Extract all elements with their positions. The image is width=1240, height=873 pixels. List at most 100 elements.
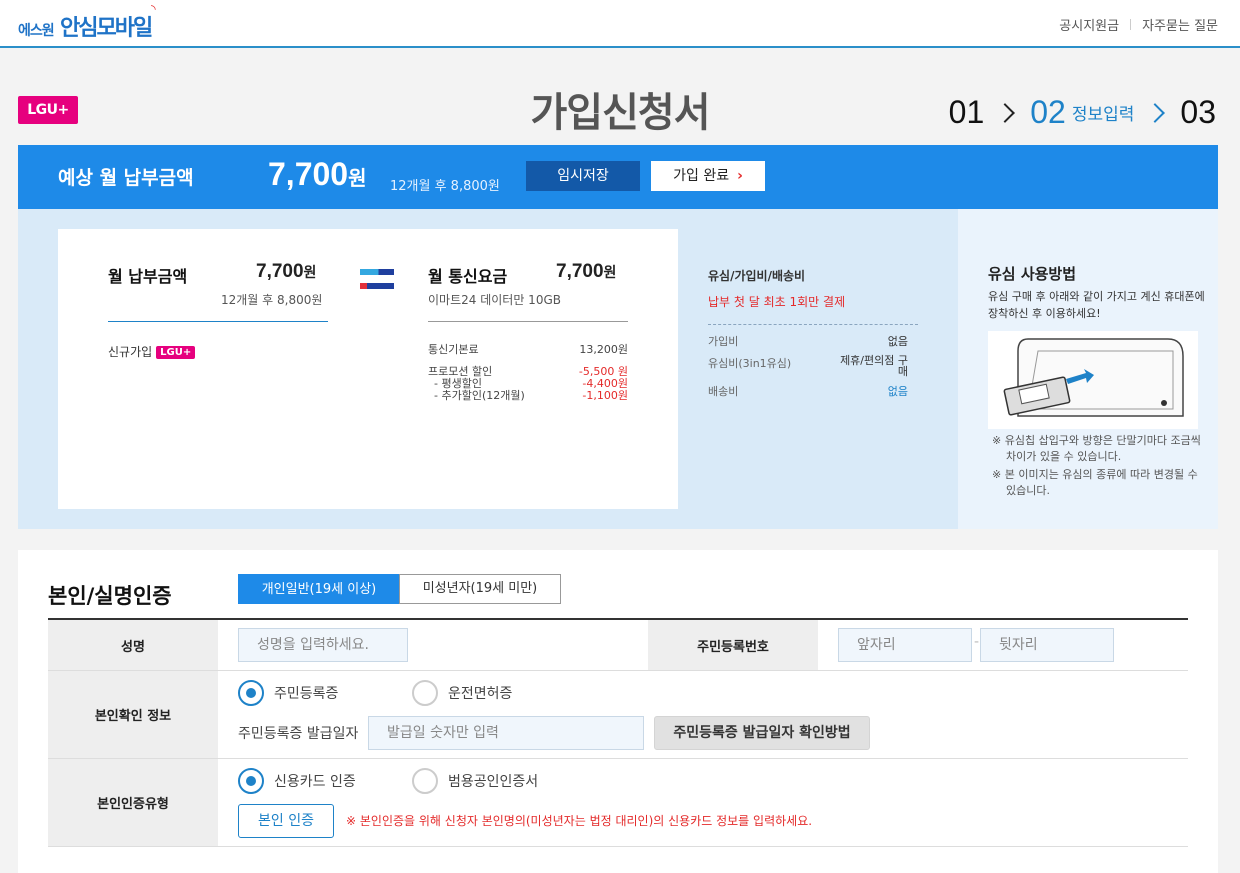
signal-icon: ◝ — [151, 2, 156, 16]
driver-license-radio[interactable]: 운전면허증 — [412, 680, 512, 706]
fee-item-label: 배송비 — [708, 385, 739, 398]
fee-item-row: 가입비 없음 — [708, 333, 918, 355]
join-type-label: 신규가입 — [108, 345, 153, 359]
rrn-front-input[interactable]: 앞자리 — [838, 628, 972, 662]
sim-usage-notes: ※ 유심칩 삽입구와 방향은 단말기마다 조금씩 차이가 있을 수 있습니다. … — [992, 433, 1208, 501]
sim-note: ※ 유심칩 삽입구와 방향은 단말기마다 조금씩 차이가 있을 수 있습니다. — [992, 434, 1201, 463]
id-info-row: 본인확인 정보 주민등록증 운전면허증 주민등록증 발급일자 발급일 숫자만 입… — [48, 671, 1188, 759]
monthly-after-12m: 12개월 후 8,800원 — [221, 293, 323, 307]
monthly-payment-amount: 7,700 — [256, 261, 304, 282]
payment-amount-unit: 원 — [348, 166, 367, 190]
monthly-payment-unit: 원 — [303, 265, 317, 281]
sim-usage-desc: 유심 구매 후 아래와 같이 가지고 계신 휴대폰에 장착하신 후 이용하세요! — [988, 290, 1205, 320]
fee-item-label: 유심비(3in1유심) — [708, 357, 792, 370]
rrn-dash: - — [974, 634, 980, 650]
logo-brand-text: 안심모바일 — [60, 16, 153, 41]
name-label: 성명 — [48, 620, 218, 670]
monthly-payment-value: 7,700원 — [256, 261, 316, 283]
rrn-label: 주민등록번호 — [648, 620, 818, 670]
identity-section-title: 본인/실명인증 — [48, 584, 172, 608]
chevron-right-icon: › — [737, 168, 743, 184]
issue-date-help-button[interactable]: 주민등록증 발급일자 확인방법 — [654, 716, 870, 750]
divider — [1130, 19, 1132, 30]
id-card-radio-label: 주민등록증 — [274, 686, 339, 702]
divider — [708, 324, 918, 325]
fee-row-value: 13,200원 — [579, 343, 628, 356]
payment-amount-value: 7,700 — [268, 156, 349, 192]
logo-small-text: 에스원 — [18, 23, 55, 39]
step-2-label: 정보입력 — [1071, 105, 1135, 125]
payment-bar-label: 예상 월 납부금액 — [58, 167, 194, 189]
credit-card-radio[interactable]: 신용카드 인증 — [238, 768, 356, 794]
plan-name: 이마트24 데이터만 10GB — [428, 293, 561, 307]
plan-fee-amount: 7,700 — [556, 261, 604, 282]
one-time-fees-notice: 납부 첫 달 최초 1회만 결제 — [708, 295, 846, 309]
fee-row-value: -1,100원 — [582, 389, 628, 402]
driver-license-radio-label: 운전면허증 — [448, 686, 513, 702]
id-card-radio[interactable]: 주민등록증 — [238, 680, 338, 706]
fee-item-row: 유심비(3in1유심) 제휴/편의점 구매 — [708, 355, 918, 383]
top-header: 에스원 안심모바일 ◝ 공시지원금 자주묻는 질문 — [0, 0, 1240, 48]
divider — [108, 321, 328, 322]
cert-radio[interactable]: 범용공인인증서 — [412, 768, 538, 794]
fee-item-label: 가입비 — [708, 335, 739, 348]
sim-tray-illustration — [988, 331, 1198, 429]
cert-radio-label: 범용공인인증서 — [448, 774, 539, 790]
auth-warning: ※ 본인인증을 위해 신청자 본인명의(미성년자는 법정 대리인)의 신용카드 … — [346, 814, 813, 828]
fee-row: 통신기본료 13,200원 — [428, 341, 628, 357]
rrn-back-input[interactable]: 뒷자리 — [980, 628, 1114, 662]
verify-identity-button[interactable]: 본인 인증 — [238, 804, 334, 838]
payment-amount: 7,700원 — [268, 156, 366, 193]
radio-unchecked-icon — [412, 768, 438, 794]
credit-card-radio-label: 신용카드 인증 — [274, 774, 356, 790]
divider — [428, 321, 628, 322]
fee-item-value: 제휴/편의점 구매 — [840, 354, 908, 378]
join-type: 신규가입 LGU+ — [108, 343, 196, 360]
plan-fee-value: 7,700원 — [556, 261, 616, 283]
temp-save-button[interactable]: 임시저장 — [526, 161, 640, 191]
chevron-right-icon — [995, 102, 1016, 123]
radio-checked-icon — [238, 768, 264, 794]
payment-after-12m: 12개월 후 8,800원 — [390, 179, 500, 194]
step-3: 03 — [1180, 94, 1216, 130]
step-indicator: 01 02 정보입력 03 — [949, 94, 1216, 131]
complete-signup-label: 가입 완료 — [673, 168, 730, 184]
identity-verification-card: 본인/실명인증 개인일반(19세 이상) 미성년자(19세 미만) 성명 성명을… — [18, 550, 1218, 873]
id-info-label: 본인확인 정보 — [48, 671, 218, 758]
one-time-fees: 유심/가입비/배송비 납부 첫 달 최초 1회만 결제 가입비 없음 유심비(3i… — [708, 267, 918, 405]
fee-item-value: 없음 — [887, 385, 908, 398]
issue-date-input[interactable]: 발급일 숫자만 입력 — [368, 716, 644, 750]
fee-summary-box: 월 납부금액 7,700원 12개월 후 8,800원 신규가입 LGU+ 월 통… — [58, 229, 678, 509]
sim-usage-title: 유심 사용방법 — [988, 265, 1077, 283]
tab-minor[interactable]: 미성년자(19세 미만) — [399, 574, 561, 604]
issue-date-label: 주민등록증 발급일자 — [238, 726, 359, 742]
fee-row-label: - 추가할인(12개월) — [434, 389, 525, 402]
step-2: 02 — [1030, 94, 1066, 130]
plan-fee-unit: 원 — [603, 265, 617, 281]
tab-adult[interactable]: 개인일반(19세 이상) — [238, 574, 400, 604]
fee-row-label: 통신기본료 — [428, 343, 479, 356]
auth-type-row: 본인인증유형 신용카드 인증 범용공인인증서 본인 인증 ※ 본인인증을 위해 … — [48, 759, 1188, 847]
one-time-fees-title: 유심/가입비/배송비 — [708, 269, 806, 283]
faq-link[interactable]: 자주묻는 질문 — [1142, 15, 1218, 34]
complete-signup-button[interactable]: 가입 완료 › — [651, 161, 765, 191]
carrier-mini-badge: LGU+ — [156, 346, 196, 359]
monthly-payment-title: 월 납부금액 — [108, 267, 188, 286]
fee-item-value: 없음 — [887, 335, 908, 348]
chevron-right-icon — [1145, 102, 1166, 123]
payment-bar: 예상 월 납부금액 7,700원 12개월 후 8,800원 임시저장 가입 완… — [18, 145, 1218, 209]
subsidy-link[interactable]: 공시지원금 — [1059, 15, 1119, 34]
sim-usage-panel: 유심 사용방법 유심 구매 후 아래와 같이 가지고 계신 휴대폰에 장착하신 … — [958, 209, 1218, 529]
auth-type-label: 본인인증유형 — [48, 759, 218, 846]
radio-checked-icon — [238, 680, 264, 706]
fee-summary: 월 납부금액 7,700원 12개월 후 8,800원 신규가입 LGU+ 월 통… — [18, 209, 958, 529]
fee-item-row: 배송비 없음 — [708, 383, 918, 405]
plan-fee-title: 월 통신요금 — [428, 267, 508, 286]
step-1: 01 — [948, 94, 985, 130]
radio-unchecked-icon — [412, 680, 438, 706]
name-rrn-row: 성명 성명을 입력하세요. 주민등록번호 앞자리 - 뒷자리 — [48, 620, 1188, 671]
name-input[interactable]: 성명을 입력하세요. — [238, 628, 408, 662]
fee-row: - 추가할인(12개월) -1,100원 — [428, 387, 628, 403]
sim-note: ※ 본 이미지는 유심의 종류에 따라 변경될 수 있습니다. — [992, 468, 1198, 497]
equals-icon — [360, 269, 394, 297]
